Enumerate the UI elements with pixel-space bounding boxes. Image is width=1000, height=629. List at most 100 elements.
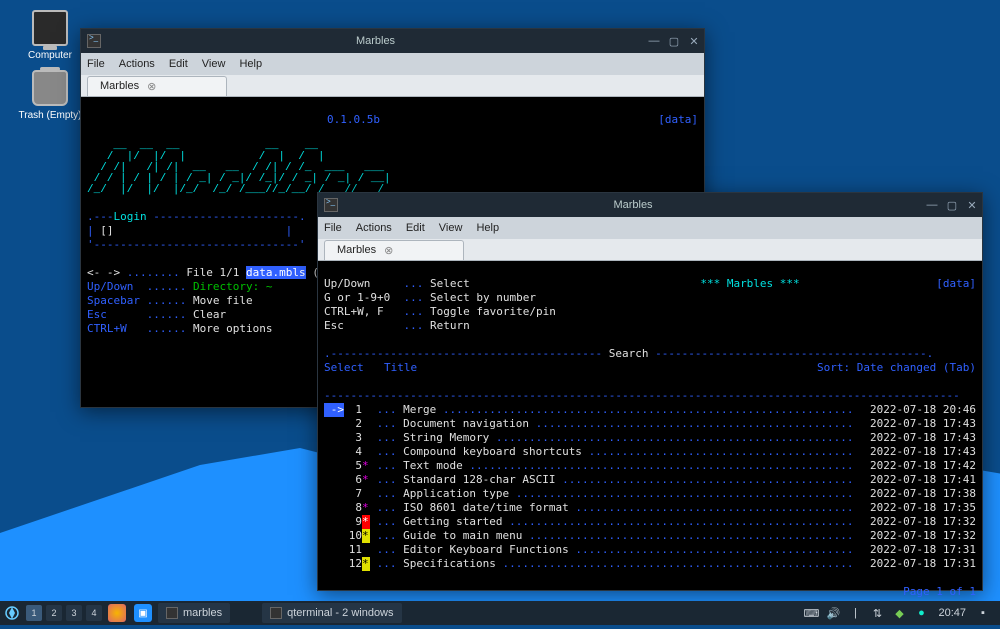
keyboard-icon[interactable]: ⌨ [803, 605, 819, 621]
menu-edit[interactable]: Edit [406, 222, 425, 234]
row-mark [362, 403, 370, 417]
list-item[interactable]: 4 ... Compound keyboard shortcuts ......… [324, 445, 976, 459]
menu-file[interactable]: File [324, 222, 342, 234]
list-item[interactable]: 7 ... Application type .................… [324, 487, 976, 501]
login-field[interactable]: [] [100, 224, 113, 237]
terminal-content[interactable]: Up/Down ... SelectG or 1-9+0 ... Select … [318, 261, 982, 629]
banner: *** Marbles *** [700, 277, 799, 290]
list-item[interactable]: 9* ... Getting started .................… [324, 515, 976, 529]
box-top: .--- [87, 210, 114, 223]
row-number: 2 [344, 417, 362, 431]
titlebar[interactable]: Marbles — ▢ ✕ [81, 29, 704, 53]
row-date: 2022-07-18 17:31 [861, 543, 976, 557]
row-date: 2022-07-18 17:32 [861, 515, 976, 529]
list-item[interactable]: 10* ... Guide to main menu .............… [324, 529, 976, 543]
search-label[interactable]: Search [609, 347, 649, 360]
minimize-button[interactable]: — [646, 33, 662, 49]
row-selector [324, 459, 344, 473]
list-item[interactable]: 3 ... String Memory ....................… [324, 431, 976, 445]
menu-view[interactable]: View [202, 58, 226, 70]
row-number: 3 [344, 431, 362, 445]
tab-marbles[interactable]: Marbles ⊗ [87, 76, 227, 96]
row-number: 8 [344, 501, 362, 515]
row-title: Standard 128-char ASCII [403, 473, 555, 487]
desktop-icon-computer[interactable]: Computer [15, 10, 85, 61]
update-icon[interactable]: ◆ [891, 605, 907, 621]
menu-actions[interactable]: Actions [119, 58, 155, 70]
workspace-4[interactable]: 4 [86, 605, 102, 621]
start-menu-button[interactable] [0, 601, 24, 625]
row-mark [362, 543, 370, 557]
row-mark: * [362, 473, 370, 487]
task-button-qterminal[interactable]: qterminal - 2 windows [262, 603, 401, 623]
list-item[interactable]: 6* ... Standard 128-char ASCII .........… [324, 473, 976, 487]
row-title: Merge [403, 403, 436, 417]
help-value: Select by number [430, 291, 536, 304]
menu-edit[interactable]: Edit [169, 58, 188, 70]
menu-help[interactable]: Help [239, 58, 262, 70]
maximize-button[interactable]: ▢ [666, 33, 682, 49]
row-mark: * [362, 515, 370, 529]
ascii-logo: __ __ __ __ __ / |/ |/ | / | / | / /| /|… [87, 141, 698, 196]
menu-file[interactable]: File [87, 58, 105, 70]
minimize-button[interactable]: — [924, 197, 940, 213]
network-icon[interactable]: ⇅ [869, 605, 885, 621]
titlebar[interactable]: Marbles — ▢ ✕ [318, 193, 982, 217]
row-mark [362, 417, 370, 431]
menu-view[interactable]: View [439, 222, 463, 234]
version-text: 0.1.0.5b [87, 113, 380, 127]
col-sort[interactable]: Sort: Date changed (Tab) [817, 361, 976, 375]
terminal-icon [166, 607, 178, 619]
current-file[interactable]: data.mbls [246, 266, 306, 279]
list-item[interactable]: ->1 ... Merge ..........................… [324, 403, 976, 417]
show-desktop-icon[interactable]: ▪ [975, 605, 991, 621]
corner-link[interactable]: [data] [658, 113, 698, 127]
list-item[interactable]: 11 ... Editor Keyboard Functions .......… [324, 543, 976, 557]
maximize-button[interactable]: ▢ [944, 197, 960, 213]
workspace-1[interactable]: 1 [26, 605, 42, 621]
volume-icon[interactable]: 🔊 [825, 605, 841, 621]
window-terminal-2[interactable]: Marbles — ▢ ✕ File Actions Edit View Hel… [317, 192, 983, 591]
row-mark: * [362, 459, 370, 473]
list-item[interactable]: 5* ... Text mode .......................… [324, 459, 976, 473]
menu-help[interactable]: Help [476, 222, 499, 234]
tab-row: Marbles ⊗ [318, 239, 982, 261]
list-item[interactable]: 12* ... Specifications .................… [324, 557, 976, 571]
list-item[interactable]: 8* ... ISO 8601 date/time format .......… [324, 501, 976, 515]
nav-arrows: <- -> [87, 266, 120, 279]
taskbar: 1 2 3 4 ▣ marbles qterminal - 2 windows … [0, 601, 1000, 625]
menu-actions[interactable]: Actions [356, 222, 392, 234]
row-title: Compound keyboard shortcuts [403, 445, 582, 459]
row-number: 7 [344, 487, 362, 501]
row-mark: * [362, 557, 370, 571]
row-selector [324, 473, 344, 487]
col-title: Title [384, 361, 417, 375]
files-icon[interactable]: ▣ [134, 604, 152, 622]
row-selector [324, 501, 344, 515]
workspace-3[interactable]: 3 [66, 605, 82, 621]
trash-icon [32, 70, 68, 106]
task-button-marbles[interactable]: marbles [158, 603, 230, 623]
row-date: 2022-07-18 20:46 [861, 403, 976, 417]
clock[interactable]: 20:47 [938, 607, 966, 619]
tab-marbles[interactable]: Marbles ⊗ [324, 240, 464, 260]
close-button[interactable]: ✕ [964, 197, 980, 213]
workspace-2[interactable]: 2 [46, 605, 62, 621]
help-value: Clear [193, 308, 226, 321]
status-icon[interactable]: ● [913, 605, 929, 621]
row-selector [324, 529, 344, 543]
row-number: 6 [344, 473, 362, 487]
row-date: 2022-07-18 17:35 [861, 501, 976, 515]
desktop-icon-trash[interactable]: Trash (Empty) [15, 70, 85, 121]
row-mark [362, 431, 370, 445]
login-label: Login [114, 210, 147, 223]
row-date: 2022-07-18 17:43 [861, 431, 976, 445]
close-button[interactable]: ✕ [686, 33, 702, 49]
list-item[interactable]: 2 ... Document navigation ..............… [324, 417, 976, 431]
close-icon[interactable]: ⊗ [147, 80, 156, 93]
close-icon[interactable]: ⊗ [384, 244, 393, 257]
firefox-icon[interactable] [108, 604, 126, 622]
corner-link[interactable]: [data] [916, 277, 976, 333]
row-mark: * [362, 501, 370, 515]
row-selector: -> [324, 403, 344, 417]
